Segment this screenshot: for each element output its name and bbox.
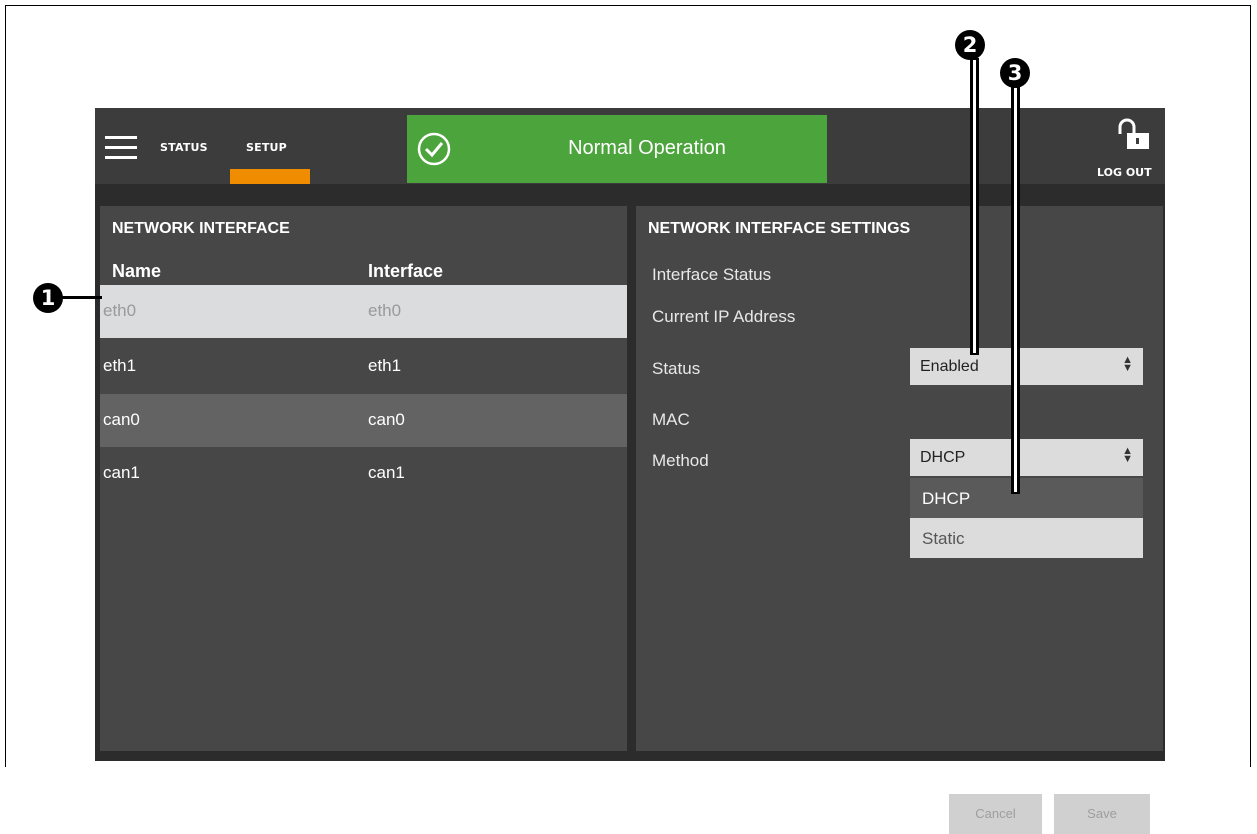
- mac-label: MAC: [652, 410, 690, 429]
- status-select[interactable]: Enabled ▲ ▼: [910, 348, 1143, 385]
- network-interface-panel: NETWORK INTERFACE Name Interface eth0 et…: [100, 206, 627, 751]
- menu-icon[interactable]: [105, 136, 137, 160]
- top-bar: STATUS SETUP Normal Operation LOG OUT: [95, 108, 1165, 184]
- panel-title: NETWORK INTERFACE: [112, 220, 290, 237]
- status-select-value: Enabled: [920, 358, 979, 375]
- app-window: STATUS SETUP Normal Operation LOG OUT NE…: [95, 108, 1165, 834]
- tab-setup[interactable]: SETUP: [246, 141, 287, 154]
- row-name: eth1: [103, 356, 137, 375]
- current-ip-label: Current IP Address: [652, 307, 796, 326]
- callout-3-line-inner: [1014, 88, 1017, 492]
- table-row[interactable]: can0 can0: [100, 394, 627, 447]
- save-button[interactable]: Save: [1054, 794, 1150, 834]
- row-interface: eth1: [368, 356, 402, 375]
- interface-status-label: Interface Status: [652, 265, 772, 284]
- sort-arrows-icon: ▲ ▼: [1122, 354, 1133, 374]
- callout-2: 2: [955, 30, 985, 60]
- callout-2-line-inner: [973, 60, 976, 353]
- method-dropdown: DHCP Static: [910, 478, 1143, 558]
- row-interface: can1: [368, 463, 405, 482]
- active-tab-indicator: [230, 169, 310, 184]
- tab-status[interactable]: STATUS: [160, 141, 208, 154]
- cancel-button[interactable]: Cancel: [949, 794, 1042, 834]
- method-label: Method: [652, 451, 709, 470]
- row-interface: eth0: [368, 301, 402, 320]
- method-select-value: DHCP: [920, 449, 966, 466]
- table-row[interactable]: eth0 eth0: [100, 285, 627, 338]
- callout-1: 1: [33, 283, 63, 313]
- method-select[interactable]: DHCP ▲ ▼: [910, 439, 1143, 476]
- callout-3: 3: [1000, 58, 1030, 88]
- row-name: eth0: [103, 301, 137, 320]
- column-header-name: Name: [112, 261, 162, 281]
- table-row[interactable]: eth1 eth1: [100, 340, 627, 393]
- network-settings-panel: NETWORK INTERFACE SETTINGS Interface Sta…: [636, 206, 1163, 834]
- panel-title: NETWORK INTERFACE SETTINGS: [648, 220, 911, 237]
- row-name: can0: [103, 410, 140, 429]
- table-row[interactable]: can1 can1: [100, 447, 627, 500]
- column-header-interface: Interface: [368, 261, 444, 281]
- logout-button[interactable]: LOG OUT: [1097, 166, 1152, 179]
- status-banner: Normal Operation: [407, 115, 827, 183]
- dropdown-option-dhcp[interactable]: DHCP: [910, 478, 1143, 518]
- dropdown-option-static[interactable]: Static: [910, 518, 1143, 558]
- status-text: Normal Operation: [568, 137, 726, 159]
- row-interface: can0: [368, 410, 405, 429]
- row-name: can1: [103, 463, 140, 482]
- sort-arrows-icon: ▲ ▼: [1122, 445, 1133, 465]
- callout-1-line: [60, 296, 102, 299]
- status-label: Status: [652, 359, 701, 378]
- unlock-icon[interactable]: [1117, 118, 1151, 152]
